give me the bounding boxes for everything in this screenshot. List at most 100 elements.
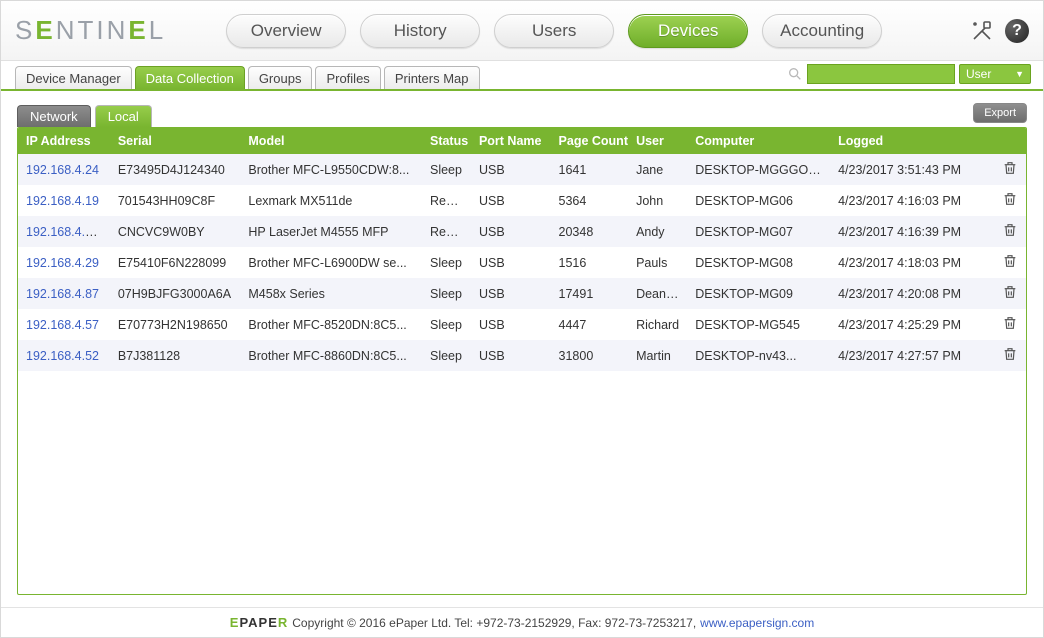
cell-port-name: USB xyxy=(471,216,551,247)
cell-page-count: 20348 xyxy=(551,216,629,247)
search-icon xyxy=(787,66,803,82)
nav-history[interactable]: History xyxy=(360,14,480,48)
col-page-count[interactable]: Page Count xyxy=(551,128,629,154)
search-scope-select[interactable]: User ▼ xyxy=(959,64,1031,84)
col-port-name[interactable]: Port Name xyxy=(471,128,551,154)
settings-icon[interactable] xyxy=(969,18,995,44)
trash-icon xyxy=(1002,197,1018,211)
subtab-device-manager[interactable]: Device Manager xyxy=(15,66,132,89)
cell-computer: DESKTOP-MG07 xyxy=(687,216,830,247)
cell-port-name: USB xyxy=(471,309,551,340)
main-nav: Overview History Users Devices Accounting xyxy=(226,14,882,48)
cell-model: Brother MFC-L6900DW se... xyxy=(240,247,422,278)
ip-link[interactable]: 192.168.4.153 xyxy=(26,225,106,239)
nav-devices[interactable]: Devices xyxy=(628,14,748,48)
table-row[interactable]: 192.168.4.19 701543HH09C8FLexmark MX511de… xyxy=(18,185,1026,216)
cell-model: HP LaserJet M4555 MFP xyxy=(240,216,422,247)
cell-logged: 4/23/2017 4:27:57 PM xyxy=(830,340,993,371)
cell-serial: 07H9BJFG3000A6A xyxy=(110,278,241,309)
trash-icon xyxy=(1002,352,1018,366)
ip-link[interactable]: 192.168.4.57 xyxy=(26,318,99,332)
col-logged[interactable]: Logged xyxy=(830,128,993,154)
subtab-profiles[interactable]: Profiles xyxy=(315,66,380,89)
col-computer[interactable]: Computer xyxy=(687,128,830,154)
col-model[interactable]: Model xyxy=(240,128,422,154)
ip-link[interactable]: 192.168.4.87 xyxy=(26,287,99,301)
delete-button[interactable] xyxy=(993,278,1026,309)
devices-table: IP AddressSerialModelStatusPort NamePage… xyxy=(18,128,1026,371)
ip-link[interactable]: 192.168.4.19 xyxy=(26,194,99,208)
table-row[interactable]: 192.168.4.29E75410F6N228099Brother MFC-L… xyxy=(18,247,1026,278)
footer-link[interactable]: www.epapersign.com xyxy=(700,616,814,630)
subtab-groups[interactable]: Groups xyxy=(248,66,313,89)
cell-user: Martin xyxy=(628,340,687,371)
export-button[interactable]: Export xyxy=(973,103,1027,123)
delete-button[interactable] xyxy=(993,185,1026,216)
trash-icon xyxy=(1002,290,1018,304)
app-window: SENTINEL Overview History Users Devices Acco… xyxy=(0,0,1044,638)
cell-computer: DESKTOP-MG09 xyxy=(687,278,830,309)
inner-tabs: NetworkLocal xyxy=(17,105,152,127)
cell-status: Ready xyxy=(422,216,471,247)
cell-model: Lexmark MX511de xyxy=(240,185,422,216)
trash-icon xyxy=(1002,321,1018,335)
delete-button[interactable] xyxy=(993,154,1026,185)
nav-accounting[interactable]: Accounting xyxy=(762,14,882,48)
cell-logged: 4/23/2017 3:51:43 PM xyxy=(830,154,993,185)
cell-port-name: USB xyxy=(471,340,551,371)
cell-user: Jane xyxy=(628,154,687,185)
ip-link[interactable]: 192.168.4.24 xyxy=(26,163,99,177)
cell-computer: DESKTOP-MG06 xyxy=(687,185,830,216)
header-actions: ? xyxy=(969,18,1029,44)
delete-button[interactable] xyxy=(993,309,1026,340)
tab-local[interactable]: Local xyxy=(95,105,152,127)
search-input[interactable] xyxy=(807,64,955,84)
cell-page-count: 4447 xyxy=(551,309,629,340)
cell-serial: 701543HH09C8F xyxy=(110,185,241,216)
subtabs: Device ManagerData CollectionGroupsProfi… xyxy=(15,66,480,89)
col-user[interactable]: User xyxy=(628,128,687,154)
nav-users[interactable]: Users xyxy=(494,14,614,48)
delete-button[interactable] xyxy=(993,340,1026,371)
cell-port-name: USB xyxy=(471,247,551,278)
logo: SENTINEL xyxy=(15,15,166,46)
header: SENTINEL Overview History Users Devices Acco… xyxy=(1,1,1043,61)
inner-tabs-row: NetworkLocal Export xyxy=(17,103,1027,127)
table-row[interactable]: 192.168.4.57E70773H2N198650Brother MFC-8… xyxy=(18,309,1026,340)
col-status[interactable]: Status xyxy=(422,128,471,154)
cell-ip-address: 192.168.4.57 xyxy=(18,309,110,340)
table-row[interactable]: 192.168.4.153CNCVC9W0BYHP LaserJet M4555… xyxy=(18,216,1026,247)
cell-computer: DESKTOP-MG08 xyxy=(687,247,830,278)
footer-text: Copyright © 2016 ePaper Ltd. Tel: +972-7… xyxy=(292,616,696,630)
search-scope-label: User xyxy=(966,67,991,81)
nav-overview[interactable]: Overview xyxy=(226,14,346,48)
cell-status: Sleep xyxy=(422,247,471,278)
subtab-printers-map[interactable]: Printers Map xyxy=(384,66,480,89)
ip-link[interactable]: 192.168.4.29 xyxy=(26,256,99,270)
cell-user: Andy xyxy=(628,216,687,247)
col-serial[interactable]: Serial xyxy=(110,128,241,154)
sub-toolbar: Device ManagerData CollectionGroupsProfi… xyxy=(1,61,1043,91)
cell-logged: 4/23/2017 4:18:03 PM xyxy=(830,247,993,278)
table-row[interactable]: 192.168.4.24E73495D4J124340Brother MFC-L… xyxy=(18,154,1026,185)
delete-button[interactable] xyxy=(993,216,1026,247)
cell-status: Sleep xyxy=(422,154,471,185)
cell-page-count: 1641 xyxy=(551,154,629,185)
search-area: User ▼ xyxy=(787,64,1031,84)
footer-brand: EPAPER xyxy=(230,615,289,630)
table-row[interactable]: 192.168.4.52B7J381128Brother MFC-8860DN:… xyxy=(18,340,1026,371)
cell-serial: E73495D4J124340 xyxy=(110,154,241,185)
help-icon[interactable]: ? xyxy=(1005,19,1029,43)
ip-link[interactable]: 192.168.4.52 xyxy=(26,349,99,363)
trash-icon xyxy=(1002,166,1018,180)
data-panel: IP AddressSerialModelStatusPort NamePage… xyxy=(17,127,1027,595)
cell-model: Brother MFC-8520DN:8C5... xyxy=(240,309,422,340)
delete-button[interactable] xyxy=(993,247,1026,278)
tab-network[interactable]: Network xyxy=(17,105,91,127)
subtab-data-collection[interactable]: Data Collection xyxy=(135,66,245,89)
cell-status: Sleep xyxy=(422,309,471,340)
table-row[interactable]: 192.168.4.8707H9BJFG3000A6AM458x SeriesS… xyxy=(18,278,1026,309)
cell-port-name: USB xyxy=(471,185,551,216)
col-ip-address[interactable]: IP Address xyxy=(18,128,110,154)
cell-port-name: USB xyxy=(471,278,551,309)
